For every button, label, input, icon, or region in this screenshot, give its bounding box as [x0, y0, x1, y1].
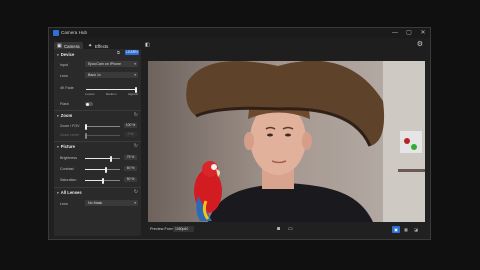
folder-icon[interactable]: ▭ — [288, 226, 293, 232]
zoom-slider[interactable] — [85, 123, 120, 130]
divider — [54, 110, 141, 111]
section-picture-title: Picture — [60, 144, 75, 149]
section-all-lenses-title: All Lenses — [60, 190, 82, 195]
camera-feed-image — [148, 61, 425, 222]
resolution-slider-fill — [86, 89, 137, 90]
settings-sidebar: ⧉ LEARN ▾ Device Input EpocCam on iPhone … — [54, 49, 141, 236]
saturation-label: Saturation — [60, 178, 77, 182]
divider — [54, 187, 141, 188]
zoom-level-value: 0 % — [124, 132, 137, 137]
contrast-slider-knob[interactable] — [105, 166, 107, 173]
grid-view-icon: ▦ — [404, 227, 408, 232]
preview-format-value: 1080p60 — [175, 227, 189, 231]
saturation-slider-fill — [85, 180, 103, 181]
chevron-down-icon: ▾ — [134, 62, 136, 66]
mask-lens-label: Lens — [60, 202, 68, 206]
maximize-button[interactable]: ▢ — [402, 28, 416, 38]
zoom-level-slider-knob — [85, 132, 87, 139]
resolution-option-medium: Medium — [105, 92, 117, 96]
camera-preview — [148, 61, 425, 222]
split-view-icon: ◪ — [414, 227, 418, 232]
mask-dropdown-value: No Mask — [88, 201, 103, 205]
title-bar: Camera Hub — ▢ ✕ — [49, 28, 430, 38]
settings-gear-icon[interactable]: ⚙ — [417, 40, 423, 48]
saturation-value[interactable]: 50 % — [124, 177, 137, 182]
chevron-down-icon: ▾ — [57, 145, 59, 149]
input-dropdown[interactable]: EpocCam on iPhone ▾ — [85, 61, 138, 67]
contrast-label: Contrast — [60, 167, 74, 171]
section-device-title: Device — [60, 52, 75, 57]
brightness-slider-fill — [85, 158, 112, 159]
view-single-button[interactable]: ▣ — [392, 226, 400, 233]
preview-format-dropdown[interactable]: 1080p60 — [173, 226, 194, 232]
view-split-button[interactable]: ◪ — [412, 226, 420, 233]
section-picture-header[interactable]: ▾ Picture — [57, 144, 75, 149]
lens-label: Lens — [60, 74, 68, 78]
resolution-label: 4K Fade — [60, 86, 74, 90]
chevron-down-icon: ▾ — [57, 114, 59, 118]
zoom-reset-icon[interactable]: ↻ — [134, 112, 138, 118]
zoom-slider-knob[interactable] — [85, 123, 87, 130]
section-all-lenses-header[interactable]: ▾ All Lenses — [57, 190, 82, 195]
minimize-button[interactable]: — — [388, 28, 402, 38]
divider — [54, 141, 141, 142]
sidebar-tools-icon[interactable]: ⧉ — [117, 50, 120, 55]
section-zoom-title: Zoom — [60, 113, 73, 118]
chevron-down-icon: ▾ — [57, 191, 59, 195]
single-view-icon: ▣ — [394, 227, 398, 232]
chevron-down-icon: ▾ — [57, 53, 59, 57]
mask-dropdown[interactable]: No Mask ▾ — [85, 200, 138, 206]
saturation-slider[interactable] — [85, 177, 120, 184]
flash-toggle-knob — [86, 102, 89, 106]
zoom-label: Zoom / FOV — [60, 124, 80, 128]
view-grid-button[interactable]: ▦ — [402, 226, 410, 233]
flash-label: Flash — [60, 102, 69, 106]
flash-toggle[interactable] — [85, 102, 93, 106]
picture-reset-icon[interactable]: ↻ — [134, 143, 138, 149]
camera-hub-window: Camera Hub — ▢ ✕ ▣ Camera ✦ Effects ◧ ⚙ … — [48, 27, 431, 240]
zoom-value[interactable]: 100 % — [124, 123, 137, 128]
brightness-slider-knob[interactable] — [110, 155, 113, 162]
contrast-slider-fill — [85, 169, 106, 170]
brightness-value[interactable]: 75 % — [124, 155, 137, 160]
panel-toggle-icon[interactable]: ◧ — [145, 42, 150, 48]
resolution-scale: Lowest Medium Highest — [85, 92, 138, 96]
close-button[interactable]: ✕ — [416, 28, 430, 38]
chevron-down-icon: ▾ — [134, 73, 136, 77]
section-zoom-header[interactable]: ▾ Zoom — [57, 113, 72, 118]
resolution-slider[interactable] — [86, 86, 137, 93]
input-label: Input — [60, 63, 68, 67]
resolution-option-lowest: Lowest — [85, 92, 95, 96]
all-lenses-reset-icon[interactable]: ↻ — [134, 189, 138, 195]
saturation-slider-knob[interactable] — [101, 177, 104, 184]
lens-dropdown-value: Back 1x — [88, 73, 101, 77]
input-dropdown-value: EpocCam on iPhone — [88, 62, 121, 66]
contrast-slider[interactable] — [85, 166, 120, 173]
zoom-level-label: Zoom Level — [60, 133, 79, 137]
window-title: Camera Hub — [61, 30, 88, 35]
app-icon — [53, 30, 59, 36]
chevron-down-icon: ▾ — [134, 201, 136, 205]
snapshot-camera-icon[interactable]: ◙ — [277, 226, 280, 232]
learn-button[interactable]: LEARN — [125, 50, 139, 55]
contrast-value[interactable]: 60 % — [124, 166, 137, 171]
lens-dropdown[interactable]: Back 1x ▾ — [85, 72, 138, 78]
section-device-header[interactable]: ▾ Device — [57, 52, 74, 57]
brightness-slider[interactable] — [85, 155, 120, 162]
preview-bottom-bar: Preview Format 1080p60 ◙ ▭ ▣ ▦ ◪ — [148, 225, 428, 236]
resolution-option-highest: Highest — [127, 92, 138, 96]
zoom-level-slider — [85, 132, 120, 139]
brightness-label: Brightness — [60, 156, 77, 160]
